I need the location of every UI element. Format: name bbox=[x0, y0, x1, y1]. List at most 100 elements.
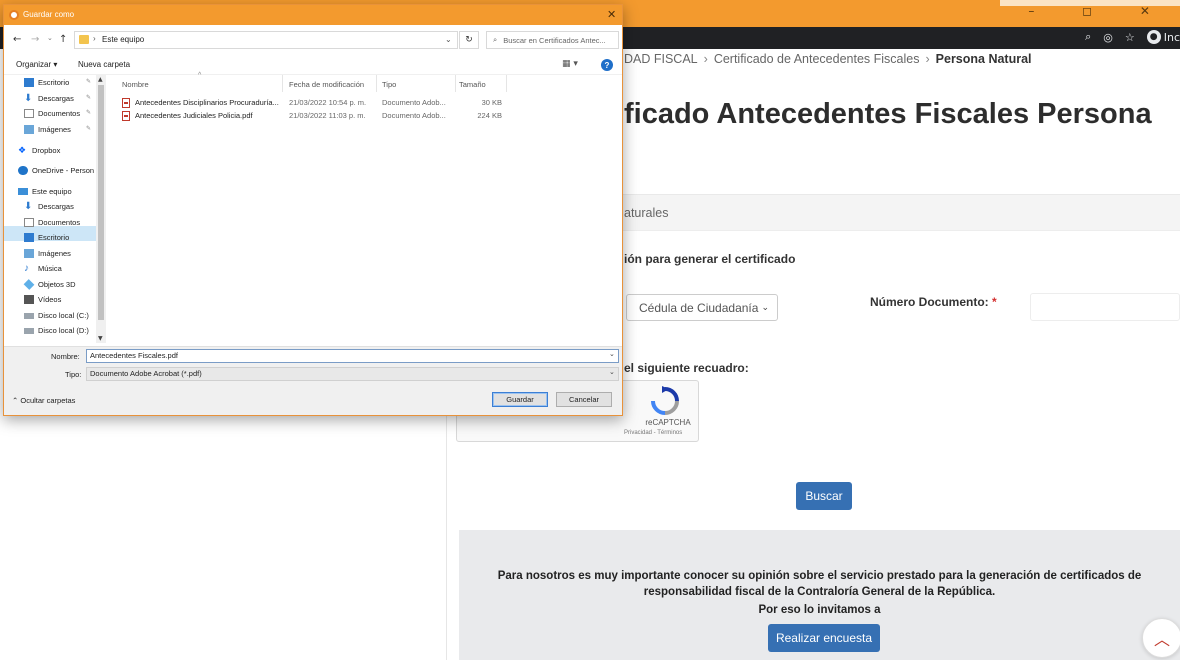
incognito-badge[interactable]: ● Inc bbox=[1146, 30, 1180, 44]
nav-item-label: Objetos 3D bbox=[38, 280, 76, 289]
column-divider[interactable] bbox=[455, 75, 456, 92]
nav-item-videos[interactable]: Vídeos bbox=[24, 292, 61, 307]
dialog-navigation-bar: ← → ⌄ ↑ › Este equipo ⌄ ↻ ⌕ Buscar en Ce… bbox=[4, 25, 622, 55]
nav-item-label: Vídeos bbox=[38, 295, 62, 304]
refresh-icon: ↻ bbox=[465, 35, 473, 45]
section-tab-label[interactable]: aturales bbox=[624, 206, 668, 220]
chevron-down-icon: ⌄ bbox=[761, 302, 769, 312]
scroll-up-icon[interactable]: ▲ bbox=[98, 76, 103, 83]
pin-icon: ✎ bbox=[86, 79, 92, 85]
search-input[interactable]: ⌕ Buscar en Certificados Antec... bbox=[486, 31, 619, 49]
nav-item-imagenes[interactable]: Imágenes bbox=[24, 122, 71, 137]
recaptcha-links[interactable]: Privacidad - Términos bbox=[624, 430, 682, 436]
chevron-down-icon[interactable]: ⌄ bbox=[445, 35, 452, 44]
nav-item-label: Escritorio bbox=[38, 78, 70, 87]
file-row[interactable]: Antecedentes Disciplinarios Procuraduría… bbox=[110, 96, 622, 109]
back-arrow-icon[interactable]: ← bbox=[13, 34, 21, 45]
close-icon[interactable]: ✕ bbox=[607, 8, 616, 21]
column-divider[interactable] bbox=[506, 75, 507, 92]
column-header-type[interactable]: Tipo bbox=[382, 80, 396, 89]
download-icon: ⬇ bbox=[24, 201, 33, 212]
recaptcha-icon bbox=[651, 386, 679, 415]
column-divider[interactable] bbox=[376, 75, 377, 92]
scroll-to-top-button[interactable]: ︿ bbox=[1142, 618, 1180, 658]
document-number-label: Número Documento: * bbox=[870, 295, 997, 309]
recent-locations-icon[interactable]: ⌄ bbox=[47, 34, 53, 42]
address-bar[interactable]: › Este equipo ⌄ bbox=[74, 31, 458, 49]
nav-item-escritorio-2[interactable]: Escritorio bbox=[24, 230, 69, 245]
disk-icon bbox=[24, 327, 34, 334]
nav-item-onedrive[interactable]: OneDrive - Person bbox=[18, 163, 94, 178]
new-folder-button[interactable]: Nueva carpeta bbox=[78, 60, 130, 69]
zoom-icon[interactable]: ⌕ bbox=[1085, 30, 1091, 44]
nav-item-objetos-3d[interactable]: Objetos 3D bbox=[23, 277, 76, 292]
address-text[interactable]: Este equipo bbox=[102, 35, 144, 44]
column-divider[interactable] bbox=[282, 75, 283, 92]
nav-item-descargas[interactable]: ⬇ Descargas bbox=[24, 91, 74, 106]
nav-item-documentos[interactable]: Documentos bbox=[24, 106, 80, 121]
nav-item-label: Documentos bbox=[38, 109, 81, 118]
organize-button[interactable]: Organizar ▾ bbox=[16, 60, 57, 69]
option-heading: ión para generar el certificado bbox=[624, 252, 796, 266]
save-as-dialog: Guardar como ✕ ← → ⌄ ↑ › Este equipo ⌄ ↻… bbox=[3, 4, 623, 416]
nav-item-disco-c[interactable]: Disco local (C:) bbox=[24, 308, 89, 323]
nav-item-este-equipo[interactable]: Este equipo bbox=[18, 184, 72, 199]
nav-item-documentos-2[interactable]: Documentos bbox=[24, 215, 80, 230]
bookmark-star-icon[interactable]: ☆ bbox=[1125, 31, 1135, 44]
forward-arrow-icon[interactable]: → bbox=[31, 34, 39, 45]
nav-item-dropbox[interactable]: ❖ Dropbox bbox=[18, 143, 60, 158]
scroll-down-icon[interactable]: ▼ bbox=[98, 335, 103, 342]
cancel-button[interactable]: Cancelar bbox=[556, 392, 612, 407]
file-name-input[interactable]: Antecedentes Fiscales.pdf bbox=[86, 349, 619, 363]
survey-button[interactable]: Realizar encuesta bbox=[768, 624, 880, 652]
sort-ascending-icon: ^ bbox=[198, 72, 202, 79]
nav-scroll-thumb[interactable] bbox=[98, 85, 104, 320]
view-options-icon[interactable]: ▦ ▾ bbox=[562, 59, 578, 69]
nav-item-escritorio[interactable]: Escritorio bbox=[24, 75, 69, 90]
dialog-fields: Nombre: Antecedentes Fiscales.pdf ⌄ Tipo… bbox=[4, 346, 622, 382]
up-arrow-icon[interactable]: ↑ bbox=[59, 34, 67, 45]
nav-item-label: OneDrive - Person bbox=[32, 166, 95, 175]
download-icon: ⬇ bbox=[24, 93, 33, 104]
desktop-icon bbox=[24, 233, 34, 242]
file-row[interactable]: Antecedentes Judiciales Policia.pdf 21/0… bbox=[110, 109, 622, 122]
column-header-name[interactable]: Nombre bbox=[122, 80, 149, 89]
chevron-up-icon: ︿ bbox=[1153, 632, 1170, 649]
document-type-select[interactable]: Cédula de Ciudadanía ⌄ bbox=[626, 294, 778, 321]
breadcrumb-item[interactable]: DAD FISCAL bbox=[624, 52, 698, 66]
nav-item-label: Música bbox=[38, 264, 62, 273]
browser-tab-strip bbox=[1000, 0, 1180, 6]
dialog-title-bar[interactable]: Guardar como ✕ bbox=[4, 5, 622, 25]
documents-icon bbox=[24, 218, 34, 227]
file-size: 30 KB bbox=[481, 98, 502, 107]
nav-item-musica[interactable]: ♪ Música bbox=[24, 261, 62, 276]
survey-invite-text: Por eso lo invitamos a bbox=[758, 604, 881, 616]
hide-folders-toggle[interactable]: ⌃ Ocultar carpetas bbox=[12, 396, 75, 405]
window-controls[interactable]: – ◻ ✕ bbox=[1028, 4, 1172, 18]
breadcrumb-item[interactable]: Certificado de Antecedentes Fiscales bbox=[714, 52, 920, 66]
search-button[interactable]: Buscar bbox=[796, 482, 852, 510]
column-header-date[interactable]: Fecha de modificación bbox=[289, 80, 364, 89]
save-button[interactable]: Guardar bbox=[492, 392, 548, 407]
pin-icon: ✎ bbox=[86, 95, 92, 101]
chevron-down-icon[interactable]: ⌄ bbox=[609, 350, 615, 358]
help-icon[interactable]: ? bbox=[601, 59, 613, 71]
nav-item-imagenes-2[interactable]: Imágenes bbox=[24, 246, 71, 261]
breadcrumb-chevron-icon[interactable]: › bbox=[93, 34, 96, 43]
dialog-footer: ⌃ Ocultar carpetas Guardar Cancelar bbox=[4, 382, 622, 415]
nav-item-descargas-2[interactable]: ⬇ Descargas bbox=[24, 199, 74, 214]
pictures-icon bbox=[24, 125, 34, 134]
chevron-down-icon[interactable]: ⌄ bbox=[609, 368, 615, 376]
desktop-icon bbox=[24, 78, 34, 87]
search-placeholder: Buscar en Certificados Antec... bbox=[503, 35, 606, 45]
file-type: Documento Adob... bbox=[382, 98, 446, 107]
objects3d-icon bbox=[23, 279, 35, 290]
column-header-size[interactable]: Tamaño bbox=[459, 80, 486, 89]
eye-off-icon[interactable]: ◎ bbox=[1103, 31, 1113, 44]
nav-item-disco-d[interactable]: Disco local (D:) bbox=[24, 323, 89, 338]
document-number-input[interactable] bbox=[1030, 293, 1180, 321]
refresh-button[interactable]: ↻ bbox=[459, 31, 479, 49]
pin-icon: ✎ bbox=[86, 110, 92, 116]
recaptcha-label: reCAPTCHA bbox=[645, 418, 691, 427]
file-type-select[interactable]: Documento Adobe Acrobat (*.pdf) bbox=[86, 367, 619, 381]
